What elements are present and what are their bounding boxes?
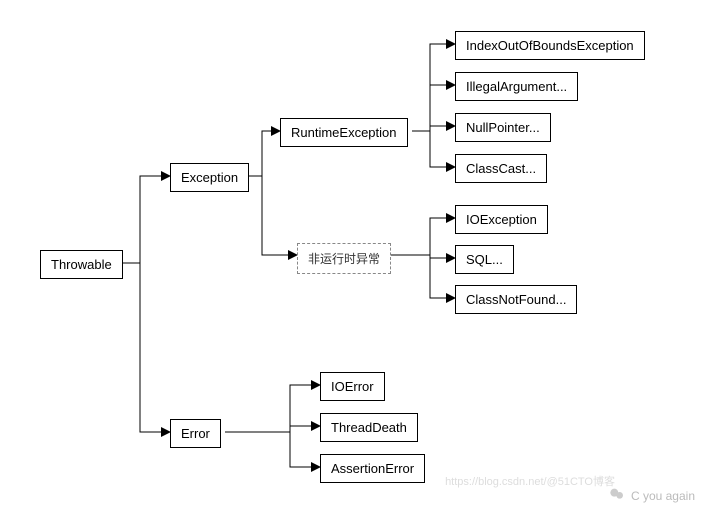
- label: Exception: [181, 170, 238, 185]
- node-threaddeath: ThreadDeath: [320, 413, 418, 442]
- node-nonruntime-exception: 非运行时异常: [297, 243, 391, 274]
- node-classnotfound: ClassNotFound...: [455, 285, 577, 314]
- node-nullpointer: NullPointer...: [455, 113, 551, 142]
- label: AssertionError: [331, 461, 414, 476]
- label: RuntimeException: [291, 125, 397, 140]
- watermark-faint: https://blog.csdn.net/@51CTO博客: [445, 473, 615, 489]
- node-throwable: Throwable: [40, 250, 123, 279]
- node-illegalargument: IllegalArgument...: [455, 72, 578, 101]
- node-sql: SQL...: [455, 245, 514, 274]
- label: IOException: [466, 212, 537, 227]
- label: IllegalArgument...: [466, 79, 567, 94]
- label: NullPointer...: [466, 120, 540, 135]
- watermark: C you again: [609, 486, 695, 505]
- node-ioerror: IOError: [320, 372, 385, 401]
- label: ClassCast...: [466, 161, 536, 176]
- node-classcast: ClassCast...: [455, 154, 547, 183]
- label: ThreadDeath: [331, 420, 407, 435]
- label: 非运行时异常: [308, 252, 380, 266]
- label: Error: [181, 426, 210, 441]
- label: IOError: [331, 379, 374, 394]
- node-indexoutofbounds: IndexOutOfBoundsException: [455, 31, 645, 60]
- node-exception: Exception: [170, 163, 249, 192]
- label: IndexOutOfBoundsException: [466, 38, 634, 53]
- node-runtime-exception: RuntimeException: [280, 118, 408, 147]
- node-error: Error: [170, 419, 221, 448]
- watermark-text: C you again: [631, 489, 695, 503]
- node-assertionerror: AssertionError: [320, 454, 425, 483]
- label: SQL...: [466, 252, 503, 267]
- label: Throwable: [51, 257, 112, 272]
- wechat-icon: [609, 486, 625, 505]
- node-ioexception: IOException: [455, 205, 548, 234]
- label: ClassNotFound...: [466, 292, 566, 307]
